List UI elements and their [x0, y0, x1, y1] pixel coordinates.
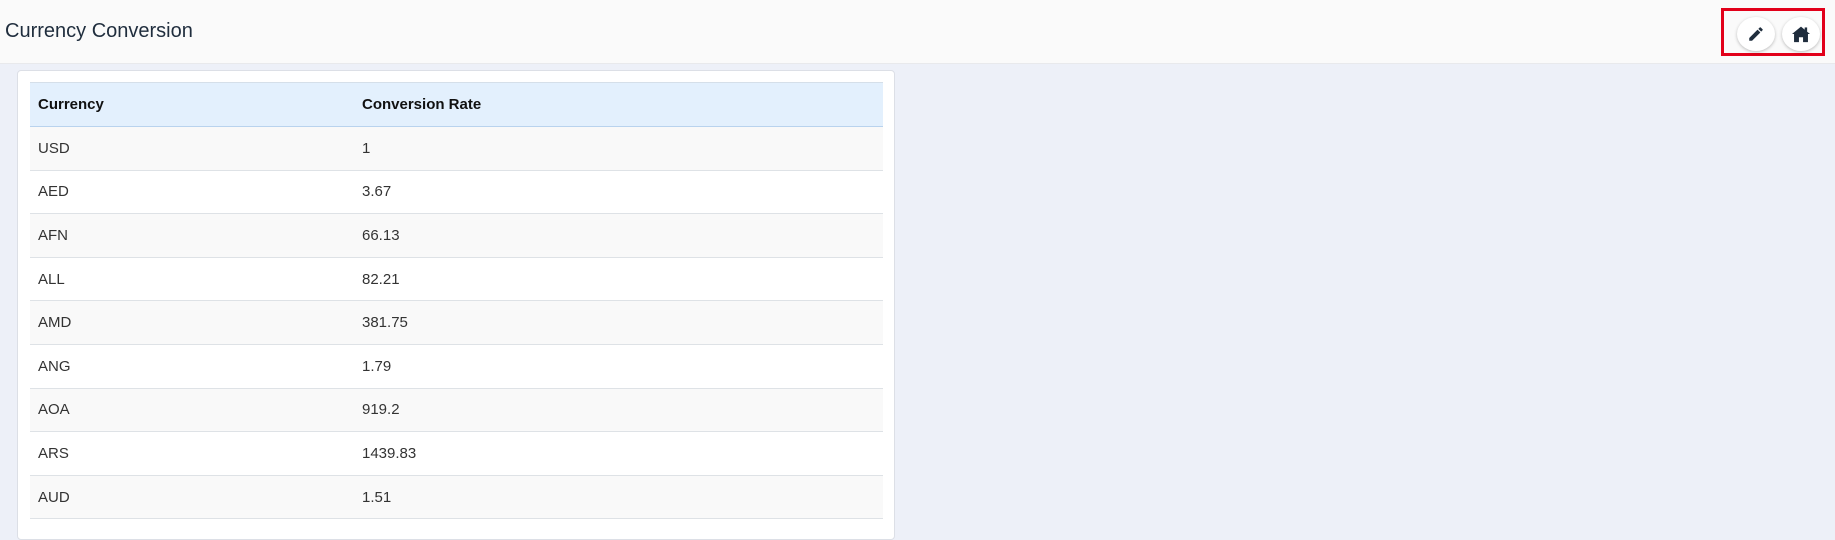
- table-row: AFN 66.13: [30, 213, 883, 258]
- rate-cell: 66.13: [354, 213, 883, 258]
- top-bar: Currency Conversion: [0, 0, 1835, 64]
- page-title: Currency Conversion: [5, 20, 193, 42]
- rate-cell: 1: [354, 126, 883, 171]
- table-row: AMD 381.75: [30, 300, 883, 345]
- currency-card: Currency Conversion Rate USD 1 AED 3.67 …: [17, 70, 895, 540]
- column-header-conversion-rate[interactable]: Conversion Rate: [354, 82, 883, 127]
- table-row: AUD 1.51: [30, 475, 883, 520]
- rate-cell: 1.51: [354, 475, 883, 520]
- currency-cell: AFN: [30, 213, 354, 258]
- currency-table: Currency Conversion Rate USD 1 AED 3.67 …: [30, 82, 883, 520]
- table-row: ARS 1439.83: [30, 431, 883, 476]
- pencil-icon: [1747, 25, 1765, 43]
- currency-cell: AED: [30, 170, 354, 215]
- home-button[interactable]: [1782, 17, 1820, 51]
- header-actions: [1721, 8, 1825, 56]
- currency-cell: AMD: [30, 300, 354, 345]
- edit-button[interactable]: [1737, 17, 1775, 51]
- home-icon: [1791, 25, 1811, 43]
- table-row: AOA 919.2: [30, 388, 883, 433]
- currency-cell: ARS: [30, 431, 354, 476]
- rate-cell: 1439.83: [354, 431, 883, 476]
- table-row: ANG 1.79: [30, 344, 883, 389]
- rate-cell: 82.21: [354, 257, 883, 302]
- rate-cell: 3.67: [354, 170, 883, 215]
- table-header-row: Currency Conversion Rate: [30, 82, 883, 127]
- rate-cell: 381.75: [354, 300, 883, 345]
- table-row: AED 3.67: [30, 170, 883, 215]
- currency-cell: AUD: [30, 475, 354, 520]
- rate-cell: 1.79: [354, 344, 883, 389]
- rate-cell: 919.2: [354, 388, 883, 433]
- table-row: USD 1: [30, 126, 883, 171]
- currency-cell: ALL: [30, 257, 354, 302]
- currency-cell: USD: [30, 126, 354, 171]
- currency-cell: ANG: [30, 344, 354, 389]
- table-row: ALL 82.21: [30, 257, 883, 302]
- currency-cell: AOA: [30, 388, 354, 433]
- column-header-currency[interactable]: Currency: [30, 82, 354, 127]
